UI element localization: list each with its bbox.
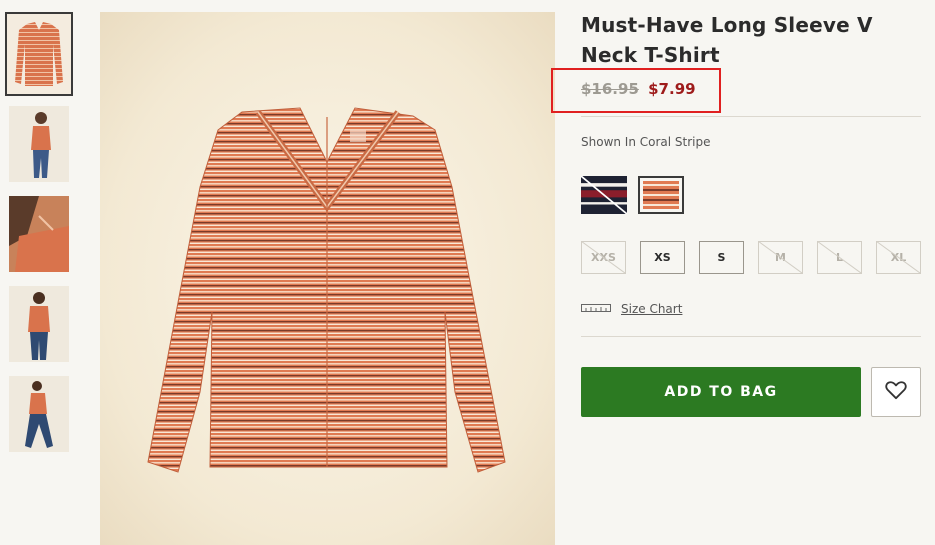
size-option-s[interactable]: S [699, 241, 744, 274]
heart-icon [885, 380, 907, 404]
size-option-xxs[interactable]: XXS [581, 241, 626, 274]
original-price: $16.95 [581, 80, 639, 98]
main-product-image [100, 12, 555, 545]
thumbnail-model-front[interactable] [9, 106, 69, 182]
price-row: $16.95 $7.99 [581, 80, 696, 98]
size-option-xl[interactable]: XL [876, 241, 921, 274]
size-chart-label: Size Chart [621, 302, 683, 316]
size-option-l[interactable]: L [817, 241, 862, 274]
thumbnail-model-detail[interactable] [9, 196, 69, 272]
swatch-coral-stripe[interactable] [638, 176, 684, 214]
shown-in-color: Shown In Coral Stripe [581, 135, 711, 149]
swatch-navy-stripe[interactable] [581, 176, 627, 214]
thumbnail-model-back[interactable] [9, 286, 69, 362]
size-option-m[interactable]: M [758, 241, 803, 274]
ruler-icon [581, 302, 611, 316]
add-to-bag-button[interactable]: ADD TO BAG [581, 367, 861, 417]
divider [581, 336, 921, 337]
product-title: Must-Have Long Sleeve V Neck T-Shirt [581, 13, 873, 67]
size-option-xs[interactable]: XS [640, 241, 685, 274]
wishlist-button[interactable] [871, 367, 921, 417]
divider [581, 116, 921, 117]
product-info-panel: Must-Have Long Sleeve V Neck T-Shirt $16… [551, 0, 935, 545]
size-chart-link[interactable]: Size Chart [581, 302, 682, 316]
sale-price: $7.99 [648, 80, 696, 98]
thumbnail-flat-front[interactable] [5, 12, 73, 96]
thumbnail-model-walking[interactable] [9, 376, 69, 452]
